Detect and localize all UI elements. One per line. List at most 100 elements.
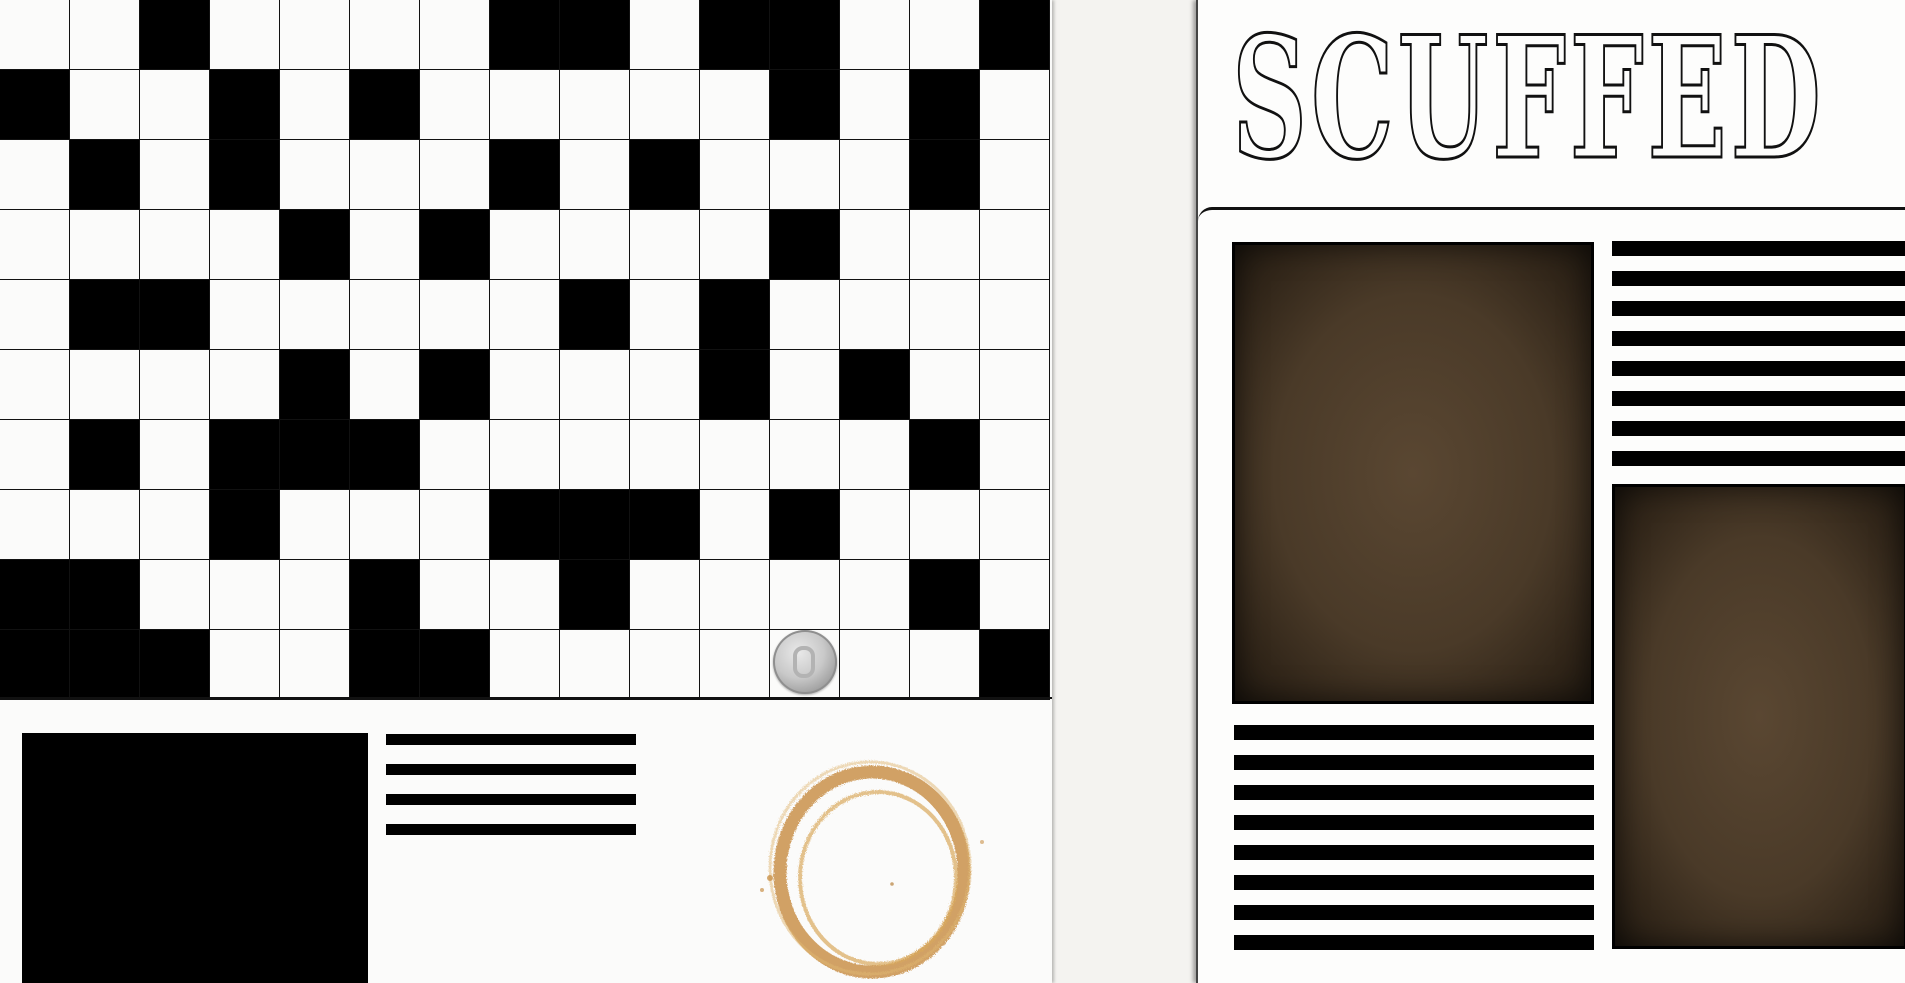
crossword-white-cell[interactable] — [910, 280, 980, 350]
crossword-white-cell[interactable] — [490, 350, 560, 420]
crossword-white-cell[interactable] — [210, 560, 280, 630]
crossword-white-cell[interactable] — [560, 140, 630, 210]
crossword-white-cell[interactable] — [350, 0, 420, 70]
crossword-white-cell[interactable] — [140, 560, 210, 630]
crossword-white-cell[interactable] — [560, 210, 630, 280]
crossword-white-cell[interactable] — [630, 560, 700, 630]
crossword-white-cell[interactable] — [700, 560, 770, 630]
crossword-white-cell[interactable] — [910, 350, 980, 420]
crossword-white-cell[interactable] — [630, 70, 700, 140]
crossword-white-cell[interactable] — [420, 420, 490, 490]
crossword-white-cell[interactable] — [280, 280, 350, 350]
crossword-white-cell[interactable] — [280, 560, 350, 630]
crossword-white-cell[interactable] — [630, 630, 700, 700]
crossword-white-cell[interactable] — [70, 70, 140, 140]
silver-coin[interactable] — [773, 630, 837, 694]
crossword-white-cell[interactable] — [490, 210, 560, 280]
crossword-white-cell[interactable] — [980, 560, 1050, 630]
crossword-white-cell[interactable] — [280, 490, 350, 560]
crossword-white-cell[interactable] — [140, 420, 210, 490]
crossword-white-cell[interactable] — [700, 210, 770, 280]
crossword-white-cell[interactable] — [280, 0, 350, 70]
crossword-white-cell[interactable] — [630, 420, 700, 490]
crossword-white-cell[interactable] — [700, 70, 770, 140]
crossword-white-cell[interactable] — [70, 210, 140, 280]
crossword-white-cell[interactable] — [280, 140, 350, 210]
crossword-white-cell[interactable] — [280, 70, 350, 140]
crossword-white-cell[interactable] — [140, 350, 210, 420]
crossword-white-cell[interactable] — [980, 490, 1050, 560]
crossword-white-cell[interactable] — [0, 210, 70, 280]
crossword-white-cell[interactable] — [0, 140, 70, 210]
crossword-white-cell[interactable] — [910, 0, 980, 70]
crossword-white-cell[interactable] — [490, 630, 560, 700]
crossword-white-cell[interactable] — [420, 560, 490, 630]
crossword-white-cell[interactable] — [770, 420, 840, 490]
crossword-white-cell[interactable] — [210, 210, 280, 280]
crossword-white-cell[interactable] — [350, 280, 420, 350]
crossword-white-cell[interactable] — [840, 140, 910, 210]
crossword-white-cell[interactable] — [980, 280, 1050, 350]
crossword-white-cell[interactable] — [490, 70, 560, 140]
crossword-white-cell[interactable] — [630, 0, 700, 70]
crossword-white-cell[interactable] — [700, 630, 770, 700]
crossword-white-cell[interactable] — [840, 280, 910, 350]
crossword-white-cell[interactable] — [210, 630, 280, 700]
crossword-white-cell[interactable] — [980, 350, 1050, 420]
crossword-white-cell[interactable] — [980, 140, 1050, 210]
crossword-white-cell[interactable] — [350, 210, 420, 280]
crossword-white-cell[interactable] — [420, 490, 490, 560]
crossword-white-cell[interactable] — [840, 560, 910, 630]
crossword-white-cell[interactable] — [140, 490, 210, 560]
crossword-white-cell[interactable] — [560, 70, 630, 140]
crossword-white-cell[interactable] — [490, 560, 560, 630]
crossword-white-cell[interactable] — [630, 210, 700, 280]
crossword-white-cell[interactable] — [420, 0, 490, 70]
crossword-white-cell[interactable] — [350, 490, 420, 560]
crossword-white-cell[interactable] — [350, 350, 420, 420]
crossword-white-cell[interactable] — [840, 210, 910, 280]
crossword-white-cell[interactable] — [0, 490, 70, 560]
crossword-white-cell[interactable] — [0, 0, 70, 70]
crossword-white-cell[interactable] — [0, 420, 70, 490]
crossword-white-cell[interactable] — [630, 280, 700, 350]
crossword-white-cell[interactable] — [840, 0, 910, 70]
crossword-white-cell[interactable] — [490, 420, 560, 490]
crossword-white-cell[interactable] — [770, 350, 840, 420]
crossword-white-cell[interactable] — [0, 350, 70, 420]
crossword-white-cell[interactable] — [70, 0, 140, 70]
crossword-white-cell[interactable] — [910, 490, 980, 560]
crossword-white-cell[interactable] — [770, 560, 840, 630]
crossword-white-cell[interactable] — [560, 630, 630, 700]
crossword-white-cell[interactable] — [140, 70, 210, 140]
crossword-white-cell[interactable] — [910, 210, 980, 280]
crossword-white-cell[interactable] — [770, 140, 840, 210]
crossword-white-cell[interactable] — [910, 630, 980, 700]
crossword-white-cell[interactable] — [0, 280, 70, 350]
crossword-white-cell[interactable] — [140, 210, 210, 280]
crossword-white-cell[interactable] — [840, 70, 910, 140]
crossword-white-cell[interactable] — [420, 280, 490, 350]
crossword-white-cell[interactable] — [630, 350, 700, 420]
crossword-white-cell[interactable] — [210, 350, 280, 420]
crossword-white-cell[interactable] — [140, 140, 210, 210]
crossword-white-cell[interactable] — [980, 70, 1050, 140]
crossword-white-cell[interactable] — [280, 630, 350, 700]
crossword-white-cell[interactable] — [70, 490, 140, 560]
crossword-white-cell[interactable] — [700, 140, 770, 210]
crossword-white-cell[interactable] — [770, 280, 840, 350]
crossword-white-cell[interactable] — [700, 420, 770, 490]
crossword-white-cell[interactable] — [840, 490, 910, 560]
crossword-white-cell[interactable] — [420, 140, 490, 210]
crossword-white-cell[interactable] — [210, 280, 280, 350]
crossword-white-cell[interactable] — [840, 630, 910, 700]
crossword-white-cell[interactable] — [210, 0, 280, 70]
crossword-white-cell[interactable] — [980, 420, 1050, 490]
crossword-white-cell[interactable] — [490, 280, 560, 350]
crossword-white-cell[interactable] — [840, 420, 910, 490]
crossword-white-cell[interactable] — [70, 350, 140, 420]
crossword-white-cell[interactable] — [560, 350, 630, 420]
crossword-white-cell[interactable] — [560, 420, 630, 490]
crossword-white-cell[interactable] — [700, 490, 770, 560]
crossword-white-cell[interactable] — [350, 140, 420, 210]
